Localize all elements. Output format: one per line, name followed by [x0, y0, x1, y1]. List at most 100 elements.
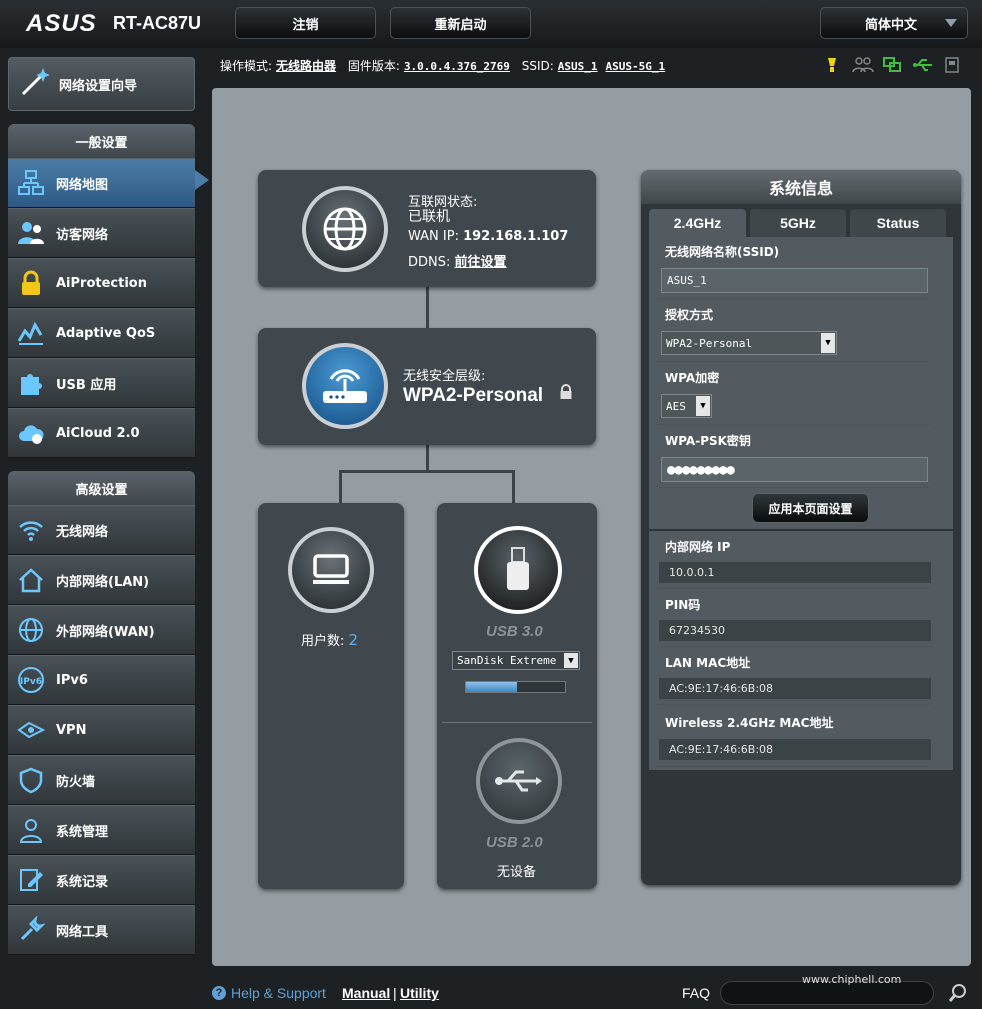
setup-wizard-button[interactable]: 网络设置向导 — [8, 57, 195, 111]
reboot-button[interactable]: 重新启动 — [390, 7, 531, 39]
guest-network-icon — [16, 218, 46, 248]
ssid-input[interactable]: ASUS_1 — [661, 268, 928, 293]
security-level-value: WPA2-Personal — [403, 385, 544, 406]
firmware-link[interactable]: 3.0.0.4.376_2769 — [404, 60, 510, 73]
sidebar-item-lock[interactable]: AiProtection — [8, 258, 195, 308]
usb3-device-value: SanDisk Extreme — [457, 654, 557, 667]
usb-status-icon[interactable] — [912, 55, 932, 75]
divider — [657, 298, 930, 299]
tab-2.4ghz[interactable]: 2.4GHz — [649, 209, 746, 237]
manual-link[interactable]: Manual — [342, 985, 390, 1001]
vpn-icon — [16, 715, 46, 745]
auth-method-select[interactable]: WPA2-Personal ▼ — [661, 331, 837, 355]
sidebar-item-wifi[interactable]: 无线网络 — [8, 505, 195, 555]
sidebar-item-shield[interactable]: 防火墙 — [8, 755, 195, 805]
globe-icon — [16, 615, 46, 645]
tools-icon — [16, 915, 46, 945]
wpa-encryption-label: WPA加密 — [665, 371, 720, 385]
wireless-mac-label: Wireless 2.4GHz MAC地址 — [665, 716, 834, 730]
clients-icon[interactable] — [852, 55, 874, 75]
sidebar-item-label: 访客网络 — [56, 227, 109, 243]
help-support-link[interactable]: ? Help & Support — [212, 985, 326, 1001]
sidebar-item-tools[interactable]: 网络工具 — [8, 905, 195, 955]
sidebar-item-home[interactable]: 内部网络(LAN) — [8, 555, 195, 605]
lock-icon — [16, 268, 46, 298]
ddns-row: DDNS: 前往设置 — [408, 251, 507, 270]
pin-value: 67234530 — [659, 620, 931, 641]
clients-count[interactable]: 2 — [349, 631, 359, 649]
bulb-icon[interactable] — [822, 55, 842, 75]
system-info-title: 系统信息 — [641, 170, 961, 204]
language-select[interactable]: 简体中文 — [820, 7, 968, 39]
ssid-field-label: 无线网络名称(SSID) — [665, 245, 780, 259]
sidebar-item-label: 网络地图 — [56, 177, 109, 193]
network-map-icon — [16, 168, 46, 198]
ssid-link-1[interactable]: ASUS_1 — [558, 60, 598, 73]
home-icon — [16, 565, 46, 595]
sidebar-item-label: 系统管理 — [56, 824, 109, 840]
sidebar-item-cloud[interactable]: AiCloud 2.0 — [8, 408, 195, 458]
log-icon — [16, 865, 46, 895]
admin-icon — [16, 815, 46, 845]
svg-text:IPv6: IPv6 — [20, 677, 42, 687]
computer-icon[interactable] — [288, 527, 374, 613]
sidebar-item-vpn[interactable]: VPN — [8, 705, 195, 755]
lan-ip-label: 内部网络 IP — [665, 540, 731, 554]
connector-line — [339, 470, 515, 473]
wpa-encryption-select[interactable]: AES ▼ — [661, 394, 712, 418]
clients-label: 用户数: — [301, 634, 345, 649]
usb3-usage-fill — [466, 682, 518, 692]
sidebar-item-admin[interactable]: 系统管理 — [8, 805, 195, 855]
chevron-down-icon — [945, 19, 957, 27]
sidebar-item-label: Adaptive QoS — [56, 325, 156, 341]
internet-status-value: 已联机 — [408, 209, 450, 225]
security-level-label: 无线安全层级: — [403, 369, 486, 384]
sidebar-item-ipv6[interactable]: IPv6 IPv6 — [8, 655, 195, 705]
model-name: RT-AC87U — [113, 13, 202, 33]
sidebar-item-label: 无线网络 — [56, 524, 109, 540]
chevron-down-icon: ▼ — [696, 396, 710, 416]
usb3-usage-bar — [465, 681, 566, 693]
sidebar-item-puzzle[interactable]: USB 应用 — [8, 358, 195, 408]
sidebar-item-label: 系统记录 — [56, 874, 109, 890]
setup-wizard-label: 网络设置向导 — [59, 78, 138, 94]
tab-5ghz[interactable]: 5GHz — [750, 209, 846, 237]
sidebar-item-guest-network[interactable]: 访客网络 — [8, 208, 195, 258]
printer-icon[interactable] — [942, 55, 962, 75]
sidebar-item-log[interactable]: 系统记录 — [8, 855, 195, 905]
connection-icon[interactable] — [882, 55, 902, 75]
apply-button[interactable]: 应用本页面设置 — [752, 493, 869, 523]
ssid-link-2[interactable]: ASUS-5G_1 — [606, 60, 666, 73]
general-settings-header: 一般设置 — [8, 124, 195, 158]
watermark-text: www.chiphell.com — [802, 973, 902, 986]
sidebar-item-network-map[interactable]: 网络地图 — [8, 158, 195, 208]
chevron-down-icon: ▼ — [821, 333, 835, 353]
logout-button[interactable]: 注销 — [235, 7, 376, 39]
usb-drive-icon[interactable] — [474, 526, 562, 614]
wan-ip-row: WAN IP: 192.168.1.107 — [408, 229, 568, 244]
sidebar-item-label: 防火墙 — [56, 774, 96, 790]
connector-line — [512, 470, 515, 506]
wpa-psk-input[interactable]: ●●●●●●●●● — [661, 457, 928, 482]
usb2-label: USB 2.0 — [486, 834, 543, 851]
search-icon[interactable] — [948, 983, 968, 1007]
router-icon[interactable] — [302, 343, 388, 429]
sidebar-item-label: USB 应用 — [56, 377, 117, 393]
usb-port-icon[interactable] — [476, 738, 562, 824]
connector-line — [426, 285, 429, 331]
usb3-device-select[interactable]: SanDisk Extreme ▼ — [452, 651, 580, 670]
globe-icon[interactable] — [302, 186, 388, 272]
tab-status[interactable]: Status — [850, 209, 946, 237]
sidebar-item-qos[interactable]: Adaptive QoS — [8, 308, 195, 358]
sidebar-item-label: 内部网络(LAN) — [56, 574, 150, 590]
shield-icon — [16, 765, 46, 795]
lan-mac-label: LAN MAC地址 — [665, 656, 751, 670]
utility-link[interactable]: Utility — [400, 985, 439, 1001]
lan-ip-value: 10.0.0.1 — [659, 562, 931, 583]
mode-link[interactable]: 无线路由器 — [276, 59, 336, 73]
wireless-mac-value: AC:9E:17:46:6B:08 — [659, 739, 931, 760]
ddns-setup-link[interactable]: 前往设置 — [455, 255, 507, 270]
firmware-label: 固件版本: — [347, 59, 400, 73]
sidebar-item-globe[interactable]: 外部网络(WAN) — [8, 605, 195, 655]
sidebar-item-label: 外部网络(WAN) — [56, 624, 155, 640]
